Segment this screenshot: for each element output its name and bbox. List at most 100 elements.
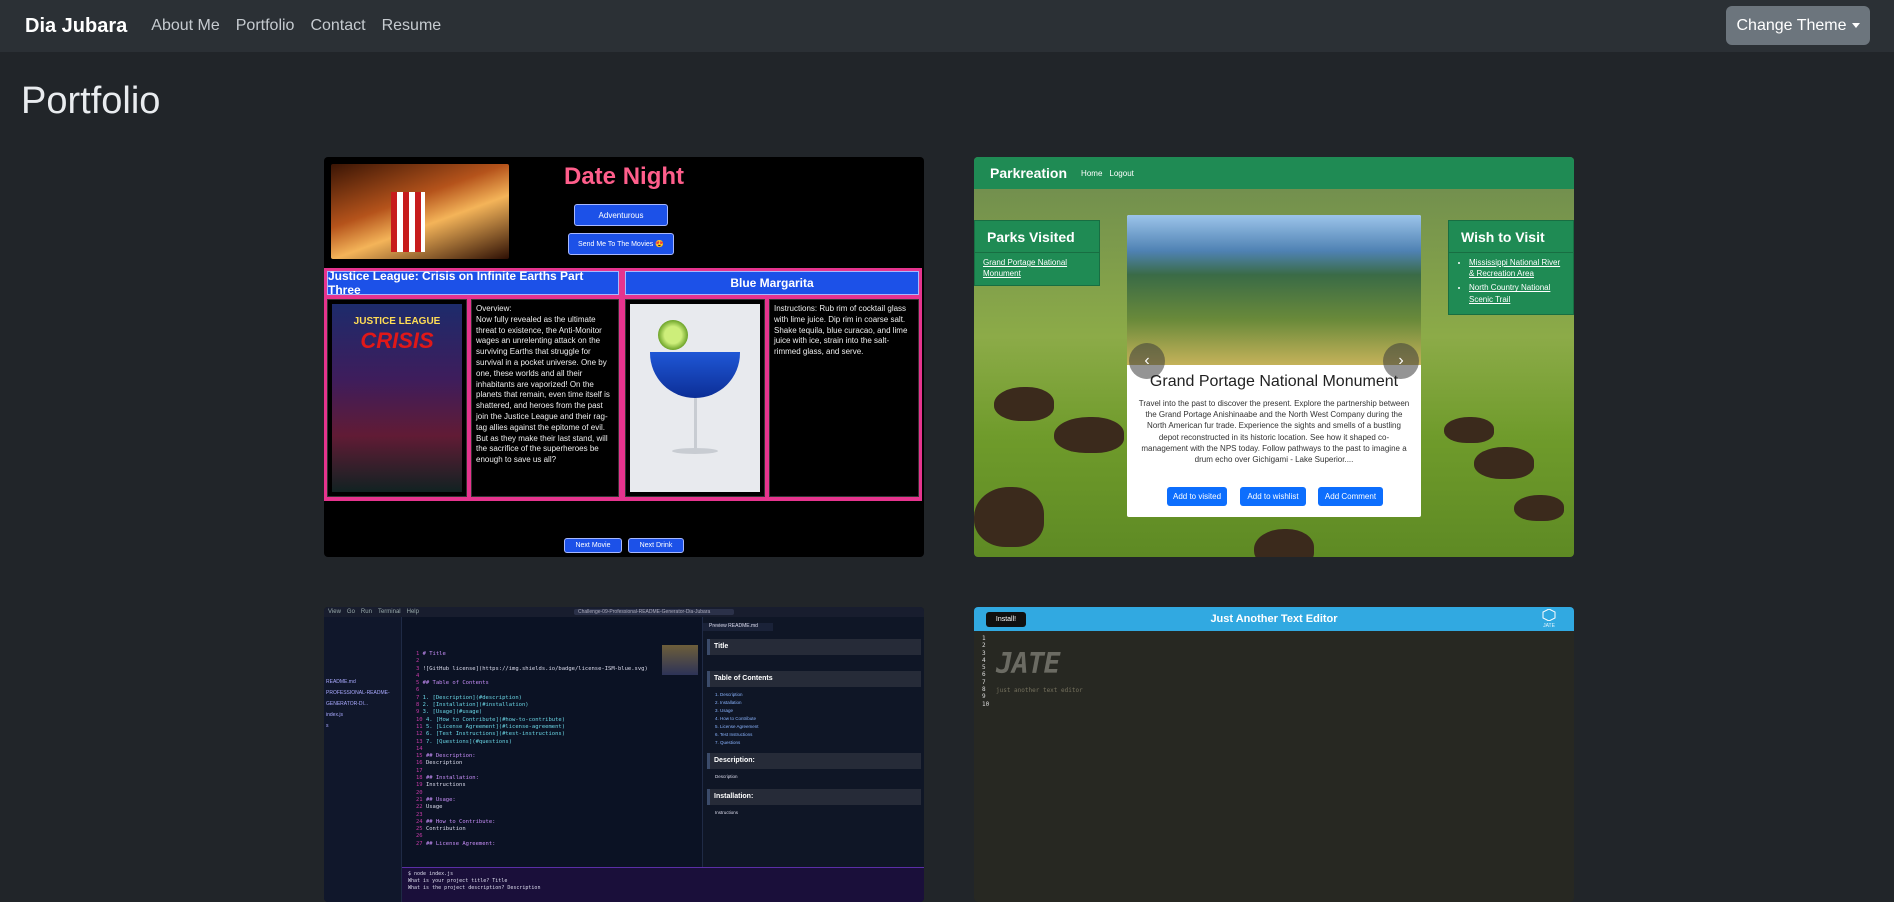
editor-line: 17: [416, 768, 702, 775]
editor-line-text: 7. [Questions](#questions): [425, 738, 513, 745]
add-comment-button[interactable]: Add Comment: [1318, 487, 1383, 506]
editor-line: 26: [416, 833, 702, 840]
vscode-search-bar: Challenge-09-Professional-README-Generat…: [574, 609, 734, 615]
add-to-visited-button[interactable]: Add to visited: [1167, 487, 1227, 506]
editor-line: 13 7. [Questions](#questions): [416, 739, 702, 746]
editor-line: 23: [416, 812, 702, 819]
parkreation-logout-link[interactable]: Logout: [1109, 169, 1133, 178]
preview-toc-item[interactable]: 3. Usage: [715, 707, 759, 715]
bison-graphic: [1514, 495, 1564, 521]
glass-stem-graphic: [694, 398, 697, 448]
jate-install-button[interactable]: Install!: [986, 612, 1026, 627]
editor-line-text: Contribution: [425, 826, 466, 833]
preview-toc-item[interactable]: 7. Questions: [715, 739, 759, 747]
parks-visited-item[interactable]: Grand Portage National Monument: [975, 253, 1099, 285]
preview-toc-item[interactable]: 1. Description: [715, 691, 759, 699]
editor-line-number: 19: [416, 782, 426, 789]
menu-item-view: View: [328, 609, 341, 615]
jate-logo-text: JATE: [1543, 623, 1555, 629]
bison-graphic: [1444, 417, 1494, 443]
page-title: Portfolio: [21, 80, 161, 122]
editor-line: 22 Usage: [416, 804, 702, 811]
parkreation-navbar: Parkreation Home Logout: [974, 157, 1574, 189]
editor-line: 5 ## Table of Contents: [416, 680, 702, 687]
parkreation-brand[interactable]: Parkreation: [990, 165, 1067, 181]
editor-line-number: 24: [416, 818, 426, 825]
jate-line-number: 1: [982, 635, 986, 642]
hexagon-icon: [1542, 608, 1556, 622]
menu-item-go: Go: [346, 609, 355, 615]
editor-line: 20: [416, 790, 702, 797]
jate-line-number: 3: [982, 649, 986, 657]
glass-base-graphic: [672, 448, 718, 454]
project-card-readme-generator[interactable]: View Go Run Terminal Help Challenge-09-P…: [324, 607, 924, 902]
editor-line: 7 1. [Description](#description): [416, 695, 702, 702]
next-movie-button[interactable]: Next Movie: [564, 538, 622, 553]
editor-line-text: ## Table of Contents: [422, 680, 489, 687]
parks-visited-panel: Parks Visited Grand Portage National Mon…: [974, 220, 1100, 287]
editor-line-text: 2. [Installation](#installation): [422, 702, 529, 709]
popcorn-image: [331, 164, 509, 259]
preview-installation-heading: Installation:: [707, 789, 921, 805]
editor-line-text: # Title: [422, 651, 446, 657]
editor-line: 16 Description: [416, 760, 702, 767]
glass-bowl-graphic: [650, 352, 740, 398]
movie-title: Justice League: Crisis on Infinite Earth…: [327, 269, 619, 297]
mood-select[interactable]: Adventurous: [574, 204, 668, 226]
preview-toc-item[interactable]: 2. Installation: [715, 699, 759, 707]
change-theme-button[interactable]: Change Theme: [1726, 6, 1870, 45]
park-description: Travel into the past to discover the pre…: [1138, 399, 1410, 464]
jate-line-number: 6: [982, 671, 986, 679]
preview-toc-item[interactable]: 5. License Agreement: [715, 723, 759, 731]
wish-item-mississippi[interactable]: Mississippi National River & Recreation …: [1469, 257, 1565, 279]
drink-section: Blue Margarita Instructions: Rub rim of …: [622, 268, 922, 501]
editor-line-number: 8: [416, 702, 423, 709]
editor-line-number: 20: [416, 789, 423, 796]
jate-line-number: 8: [982, 686, 986, 694]
terminal-line: What is the project description? Descrip…: [408, 885, 541, 891]
popcorn-cup-graphic: [391, 192, 425, 252]
drink-instructions: Instructions: Rub rim of cocktail glass …: [769, 299, 919, 497]
preview-toc-item[interactable]: 6. Test Instructions: [715, 731, 759, 739]
editor-line-text: ## Description:: [425, 753, 476, 760]
preview-toc-list: 1. Description 2. Installation 3. Usage 4. …: [715, 691, 759, 747]
send-to-movies-button[interactable]: Send Me To The Movies 😍: [568, 233, 674, 255]
lime-graphic: [658, 320, 688, 350]
project-card-jate[interactable]: Just Another Text Editor Install! JATE 1…: [974, 607, 1574, 902]
parkreation-home-link[interactable]: Home: [1081, 169, 1102, 178]
editor-line: 6: [416, 687, 702, 694]
editor-line-number: 13: [416, 738, 426, 745]
nav-link-portfolio[interactable]: Portfolio: [236, 17, 295, 35]
preview-toc-item[interactable]: 4. How to Contribute: [715, 715, 759, 723]
menu-item-run: Run: [360, 609, 372, 615]
wish-item-north-country[interactable]: North Country National Scenic Trail: [1469, 282, 1565, 304]
editor-line-text: 1. [Description](#description): [422, 694, 522, 701]
brand-link[interactable]: Dia Jubara: [25, 15, 127, 38]
parks-visited-title: Parks Visited: [975, 221, 1099, 253]
nav-link-about-me[interactable]: About Me: [151, 17, 219, 35]
project-card-date-night[interactable]: Date Night Adventurous Send Me To The Mo…: [324, 157, 924, 557]
editor-line-number: 2: [416, 658, 420, 665]
nav-link-contact[interactable]: Contact: [310, 17, 365, 35]
jate-line-number: 4: [982, 656, 986, 664]
editor-line-text: ## Installation:: [425, 775, 479, 782]
editor-line-text: ![GitHub license](https://img.shields.io…: [422, 665, 648, 672]
sidebar-file: README.md: [326, 679, 356, 685]
sidebar-file: index.js: [326, 712, 343, 718]
editor-line-number: 3: [416, 665, 423, 672]
add-to-wishlist-button[interactable]: Add to wishlist: [1240, 487, 1306, 506]
editor-line-text: 6. [Test Instructions](#test-instruction…: [425, 731, 566, 738]
jate-logo-icon: JATE: [1538, 608, 1560, 629]
bison-graphic: [1254, 529, 1314, 557]
editor-line: 15 ## Description:: [416, 753, 702, 760]
markdown-preview: Preview README.md Title Table of Content…: [702, 617, 924, 867]
editor-line: 9 3. [Usage](#usage): [416, 709, 702, 716]
nav-link-resume[interactable]: Resume: [382, 17, 442, 35]
preview-installation-text: Instructions: [715, 810, 739, 815]
project-card-parkreation[interactable]: Parkreation Home Logout Parks Visited Gr…: [974, 157, 1574, 557]
jate-line-number: 10: [982, 700, 990, 708]
terminal-line: $ node index.js: [408, 871, 454, 877]
next-drink-button[interactable]: Next Drink: [628, 538, 684, 553]
editor-line-number: 23: [416, 811, 423, 818]
editor-line-text: Usage: [425, 804, 443, 811]
